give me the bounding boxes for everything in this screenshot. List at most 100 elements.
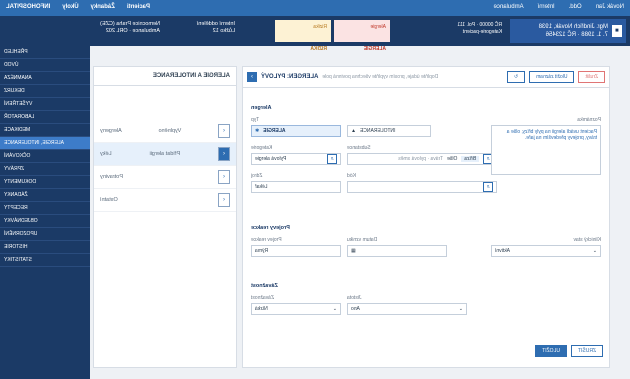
intolerance-icon: ▲ <box>351 128 356 134</box>
calendar-icon[interactable]: ▦ <box>351 248 356 254</box>
sidebar-item-16[interactable]: STATISTIKY <box>0 254 90 267</box>
tree-row-0[interactable]: ‹ Vyplněno Alergeny <box>94 120 236 143</box>
sidebar-item-label: UPOZORNĚNÍ <box>4 231 38 237</box>
patient-info-3: RČ 00000 · Pol. 111 <box>457 22 502 28</box>
intolerance-value: INTOLERANCE <box>359 128 396 134</box>
note-textarea[interactable]: Pacient uvádí alergii na pyly břízy, olš… <box>491 125 601 175</box>
top-menu-2[interactable]: Žádanky <box>91 4 115 10</box>
substance-label: Substance <box>347 145 371 151</box>
search-icon[interactable]: ⌕ <box>483 182 493 192</box>
kategorie-label: Kategorie <box>251 145 273 151</box>
save-record-button[interactable]: Uložit záznam <box>529 71 575 83</box>
sidebar-item-label: OČKOVÁNÍ <box>4 153 31 159</box>
tree-row-1[interactable]: ‹ Přidat alergii Léky <box>94 143 236 166</box>
cancel-button[interactable]: Zrušit <box>578 71 605 83</box>
typ-label: Typ <box>251 117 260 123</box>
chevron-right-icon[interactable]: ‹ <box>218 170 230 184</box>
substance-chip-1[interactable]: Bříza <box>461 156 479 162</box>
alert-label: Rizika <box>313 24 327 30</box>
sidebar-item-label: MEDIKACE <box>4 127 31 133</box>
sidebar-item-5[interactable]: LABORATOŘ <box>0 111 90 124</box>
sidebar-item-11[interactable]: ŽÁDANKY <box>0 189 90 202</box>
clinic-sub: Ambulance · ORL 202 <box>105 28 160 34</box>
alert-value: RIZIKA <box>310 46 327 52</box>
jistota-label: Jistota <box>347 295 362 301</box>
expand-icon[interactable]: › <box>247 72 257 82</box>
typ-allergy-option[interactable]: ALERGIE ✱ <box>251 125 341 137</box>
sidebar-item-label: ZPRÁVY <box>4 166 25 172</box>
section-alergen: Alergen <box>251 105 272 111</box>
reakce-value: Rýma <box>255 248 269 254</box>
datum-input[interactable]: ▦ <box>347 245 447 257</box>
source-input[interactable]: Lékař <box>251 181 341 193</box>
section-reakce: Projevy reakce <box>251 225 290 231</box>
sidebar-item-7[interactable]: ALERGIE, INTOLERANCE <box>0 137 90 150</box>
kategorie-select[interactable]: ⌕ Pylová alergie <box>251 153 341 165</box>
top-item-2[interactable]: Odd. <box>569 4 582 10</box>
app-name: INFOHOSPITAL <box>6 4 51 10</box>
chevron-right-icon[interactable]: ‹ <box>218 147 230 161</box>
kod-input[interactable]: ⌕ <box>347 181 497 193</box>
note-label: Poznámka <box>577 117 601 123</box>
section-zavaznost: Závažnost <box>251 283 278 289</box>
search-icon[interactable]: ⌕ <box>327 154 337 164</box>
dept-info: Interní oddělení Lůžko 12 <box>197 21 235 35</box>
top-item-4[interactable]: Ambulance <box>494 4 524 10</box>
tree-title: ALERGIE A INTOLERANCE <box>94 67 236 86</box>
top-menu-3[interactable]: Úkoly <box>62 4 78 10</box>
sidebar-item-3[interactable]: DEKURZ <box>0 85 90 98</box>
sidebar-item-12[interactable]: RECEPTY <box>0 202 90 215</box>
alert-badge-risk[interactable]: Rizika RIZIKA <box>275 20 331 52</box>
refresh-button[interactable]: ↻ <box>506 71 526 83</box>
zavaz-select[interactable]: ⌄ Nízká <box>251 303 341 315</box>
patient-card[interactable]: ■ Mgr. Jindřich Novák, 1938 7. 1. 1988 ·… <box>510 19 626 43</box>
clinic-info: Nemocnice Praha (CZE) Ambulance · ORL 20… <box>100 21 160 35</box>
reakce-input[interactable]: Rýma <box>251 245 341 257</box>
datum-label: Datum vzniku <box>347 237 378 243</box>
typ-intolerance-option[interactable]: INTOLERANCE ▲ <box>347 125 431 137</box>
sidebar-item-label: PŘEHLED <box>4 49 28 55</box>
patient-icon: ■ <box>612 25 622 37</box>
footer-cancel-button[interactable]: ZRUŠIT <box>570 345 603 357</box>
substance-select[interactable]: ⌕ Bříza Olše Tráva · pylová směs <box>347 153 497 165</box>
sidebar-item-6[interactable]: MEDIKACE <box>0 124 90 137</box>
sidebar-item-14[interactable]: UPOZORNĚNÍ <box>0 228 90 241</box>
tree-row-value: Vyplněno <box>158 128 182 134</box>
sidebar-item-4[interactable]: VYŠETŘENÍ <box>0 98 90 111</box>
tree-row-label: Potraviny <box>100 174 123 180</box>
tree-row-2[interactable]: ‹ Potraviny <box>94 166 236 189</box>
top-item-3[interactable]: Interní <box>538 4 555 10</box>
sidebar-item-13[interactable]: OBJEDNÁVKY <box>0 215 90 228</box>
chevron-right-icon[interactable]: ‹ <box>218 193 230 207</box>
substance-chip-2[interactable]: Olše <box>447 156 457 162</box>
zavaz-label: Závažnost <box>251 295 275 301</box>
sidebar-item-0[interactable]: PŘEHLED <box>0 46 90 59</box>
footer-save-button[interactable]: ULOŽIT <box>535 345 567 357</box>
klin-select[interactable]: ⌄ Aktivní <box>491 245 601 257</box>
alert-badge-allergy[interactable]: Alergie ALERGIE <box>334 20 390 52</box>
tree-row-3[interactable]: ‹ Ostatní <box>94 189 236 212</box>
sidebar-item-15[interactable]: HISTORIE <box>0 241 90 254</box>
zavaz-value: Nízká <box>255 306 268 312</box>
klin-value: Aktivní <box>495 248 511 254</box>
dept-name: Interní oddělení <box>196 21 235 27</box>
kategorie-value: Pylová alergie <box>255 156 287 162</box>
sidebar-item-10[interactable]: DOKUMENTY <box>0 176 90 189</box>
sidebar-item-1[interactable]: ÚVOD <box>0 59 90 72</box>
tree-row-value: Přidat alergii <box>149 151 181 157</box>
sidebar-item-label: DEKURZ <box>4 88 25 94</box>
substance-chip-3[interactable]: Tráva · pylová směs <box>398 156 443 162</box>
top-item-1[interactable]: Novák Jan <box>596 4 624 10</box>
jistota-select[interactable]: ⌄ Ano <box>347 303 467 315</box>
chevron-right-icon[interactable]: ‹ <box>218 124 230 138</box>
sidebar: PŘEHLED ÚVOD ANAMNÉZA DEKURZ VYŠETŘENÍ LABORA… <box>0 46 90 379</box>
sidebar-item-label: STATISTIKY <box>4 257 32 263</box>
top-menu-1[interactable]: Pacienti <box>127 4 150 10</box>
tree-row-label: Alergeny <box>100 128 122 134</box>
sidebar-item-8[interactable]: OČKOVÁNÍ <box>0 150 90 163</box>
sidebar-item-label: VYŠETŘENÍ <box>4 101 33 107</box>
sidebar-item-label: ŽÁDANKY <box>4 192 28 198</box>
sidebar-item-2[interactable]: ANAMNÉZA <box>0 72 90 85</box>
sidebar-item-9[interactable]: ZPRÁVY <box>0 163 90 176</box>
kod-label: Kód <box>347 173 356 179</box>
